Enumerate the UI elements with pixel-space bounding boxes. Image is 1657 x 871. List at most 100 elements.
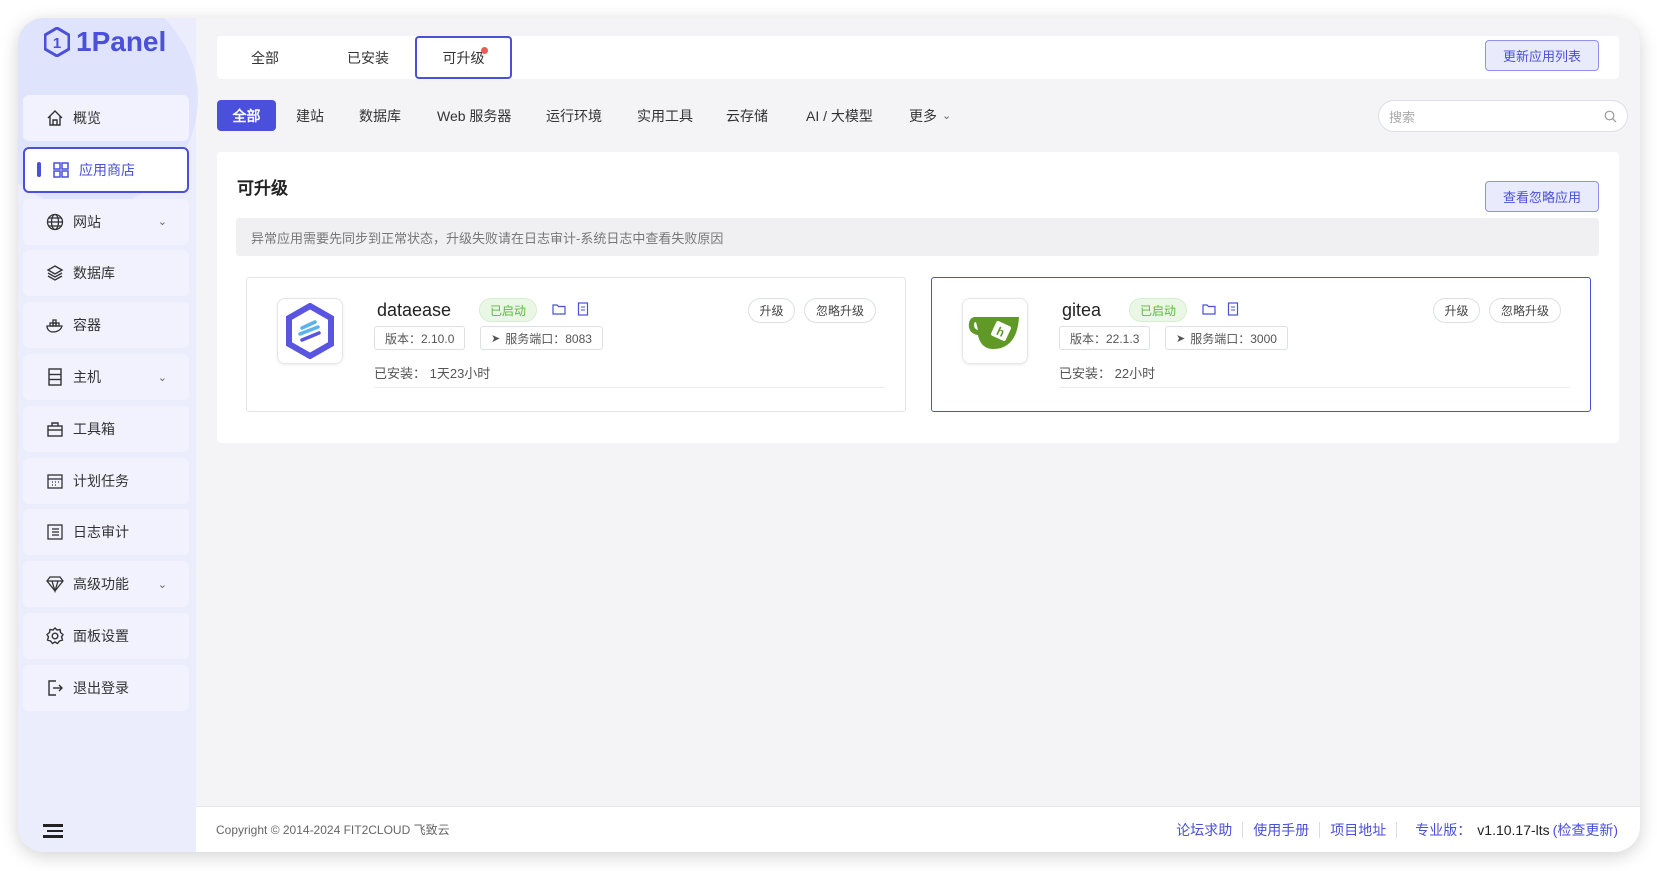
category-7[interactable]: AI / 大模型 (806, 100, 873, 131)
view-ignored-apps-button[interactable]: 查看忽略应用 (1485, 181, 1599, 212)
document-icon[interactable] (1226, 302, 1240, 316)
ignore-upgrade-button[interactable]: 忽略升级 (1489, 298, 1561, 323)
docker-icon (45, 315, 65, 335)
status-badge: 已启动 (1129, 298, 1188, 322)
notification-dot (481, 47, 488, 54)
sidebar-item-label: 应用商店 (79, 161, 135, 178)
sidebar-item-6[interactable]: 工具箱 (23, 405, 189, 452)
chevron-down-icon: ⌄ (157, 371, 167, 384)
tab-label: 全部 (251, 49, 279, 66)
copyright: Copyright © 2014-2024 FIT2CLOUD 飞致云 (216, 823, 450, 837)
category-1[interactable]: 建站 (296, 100, 324, 131)
app-window: 1 1Panel 概览应用商店网站 ⌄ 数据库容器主机 ⌄ 工具箱计划任务日志审计高级功… (18, 18, 1640, 852)
sidebar-item-label: 高级功能 (73, 576, 129, 593)
home-icon (45, 108, 65, 128)
gear-icon (45, 626, 65, 646)
category-label: 实用工具 (637, 107, 693, 124)
log-icon (45, 522, 65, 542)
edition-label: 专业版： (1415, 821, 1472, 838)
sidebar-item-9[interactable]: 高级功能 ⌄ (23, 561, 189, 608)
tab-all[interactable]: 全部 (232, 36, 298, 79)
diamond-icon (45, 574, 65, 594)
calendar-icon (45, 471, 65, 491)
category-0[interactable]: 全部 (217, 100, 276, 131)
divider (374, 387, 885, 388)
ignore-upgrade-button[interactable]: 忽略升级 (804, 298, 876, 323)
category-8[interactable]: 更多 ⌄ (909, 100, 951, 131)
check-update-link[interactable]: (检查更新) (1553, 820, 1618, 840)
main-area: 全部 已安装 可升级 更新应用列表 全部 建站 数据库 Web 服务器 运行环境 实用工具… (196, 18, 1640, 852)
installed-time: 已安装： 1天23小时 (374, 366, 491, 381)
apps-grid-icon (51, 160, 71, 180)
sidebar: 1 1Panel 概览应用商店网站 ⌄ 数据库容器主机 ⌄ 工具箱计划任务日志审计高级功… (18, 18, 198, 852)
category-label: 运行环境 (546, 107, 602, 124)
folder-icon[interactable] (1202, 302, 1216, 316)
forum-link[interactable]: 论坛求助 (1176, 820, 1232, 840)
sidebar-item-5[interactable]: 主机 ⌄ (23, 354, 189, 400)
app-card-dataease[interactable]: dataease 已启动 版本：2.10.0 ➤ 服务端口：8083 已安装： 1… (246, 277, 906, 412)
document-icon[interactable] (576, 302, 590, 316)
update-app-list-button[interactable]: 更新应用列表 (1485, 40, 1599, 71)
sidebar-item-0[interactable]: 概览 (23, 95, 189, 141)
category-label: 云存储 (726, 107, 768, 124)
gitea-logo-icon: h (962, 298, 1028, 364)
globe-icon (45, 212, 65, 232)
search-input[interactable]: 搜索 (1378, 100, 1628, 132)
folder-icon[interactable] (552, 302, 566, 316)
sidebar-item-3[interactable]: 数据库 (23, 250, 189, 297)
footer: Copyright © 2014-2024 FIT2CLOUD 飞致云 论坛求助… (196, 806, 1640, 852)
sidebar-item-10[interactable]: 面板设置 (23, 613, 189, 659)
collapse-menu-icon[interactable] (43, 821, 63, 841)
version-tag: 版本：2.10.0 (374, 326, 466, 350)
category-6[interactable]: 云存储 (726, 100, 768, 131)
panel-title: 可升级 (237, 179, 288, 198)
app-tabs-bar: 全部 已安装 可升级 更新应用列表 (217, 36, 1619, 79)
category-3[interactable]: Web 服务器 (437, 100, 511, 131)
sidebar-item-8[interactable]: 日志审计 (23, 509, 189, 556)
tab-installed[interactable]: 已安装 (330, 36, 406, 79)
port-tag: ➤ 服务端口：3000 (1165, 326, 1288, 350)
port-text: 服务端口：3000 (1190, 331, 1277, 346)
brand-name: 1Panel (76, 26, 167, 57)
search-icon[interactable] (1604, 110, 1617, 123)
project-link[interactable]: 项目地址 (1330, 820, 1386, 840)
sidebar-item-label: 面板设置 (73, 628, 129, 644)
active-indicator (37, 162, 41, 178)
upgradable-panel: 可升级 查看忽略应用 异常应用需要先同步到正常状态，升级失败请在日志审计-系统日… (217, 152, 1619, 443)
app-card-gitea[interactable]: h gitea 已启动 版本：22.1.3 ➤ 服务端口：3000 已安装： 22… (931, 277, 1591, 412)
info-alert: 异常应用需要先同步到正常状态，升级失败请在日志审计-系统日志中查看失败原因 (236, 218, 1599, 256)
logout-icon (45, 678, 65, 698)
category-2[interactable]: 数据库 (359, 100, 401, 131)
upgrade-button[interactable]: 升级 (1433, 298, 1480, 323)
app-name: gitea (1062, 300, 1102, 320)
tab-upgradable[interactable]: 可升级 (415, 36, 512, 79)
port-text: 服务端口：8083 (505, 331, 592, 346)
installed-time: 已安装： 22小时 (1059, 366, 1156, 381)
send-icon: ➤ (1176, 332, 1186, 345)
manual-link[interactable]: 使用手册 (1253, 820, 1309, 840)
logo[interactable]: 1 1Panel (44, 26, 166, 58)
category-4[interactable]: 运行环境 (546, 100, 602, 131)
sidebar-item-1[interactable]: 应用商店 (23, 146, 189, 193)
category-label: 更多 (909, 107, 937, 124)
sidebar-item-label: 计划任务 (73, 472, 129, 489)
sidebar-item-label: 工具箱 (73, 420, 115, 437)
sidebar-item-label: 退出登录 (73, 679, 129, 696)
sidebar-item-label: 日志审计 (73, 524, 129, 541)
toolbox-icon (45, 419, 65, 439)
sidebar-item-4[interactable]: 容器 (23, 302, 189, 349)
search-placeholder: 搜索 (1389, 109, 1416, 125)
server-icon (45, 367, 65, 387)
upgrade-button[interactable]: 升级 (748, 298, 795, 323)
chevron-down-icon: ⌄ (157, 216, 167, 229)
sidebar-item-2[interactable]: 网站 ⌄ (23, 198, 189, 245)
category-5[interactable]: 实用工具 (637, 100, 693, 131)
tab-label: 可升级 (442, 49, 485, 66)
sidebar-item-11[interactable]: 退出登录 (23, 664, 189, 711)
port-tag: ➤ 服务端口：8083 (480, 326, 603, 350)
category-label: Web 服务器 (437, 107, 512, 124)
sidebar-item-label: 概览 (73, 110, 101, 126)
sidebar-item-7[interactable]: 计划任务 (23, 457, 189, 504)
version-tag: 版本：22.1.3 (1059, 326, 1151, 350)
category-label: 全部 (232, 107, 261, 124)
